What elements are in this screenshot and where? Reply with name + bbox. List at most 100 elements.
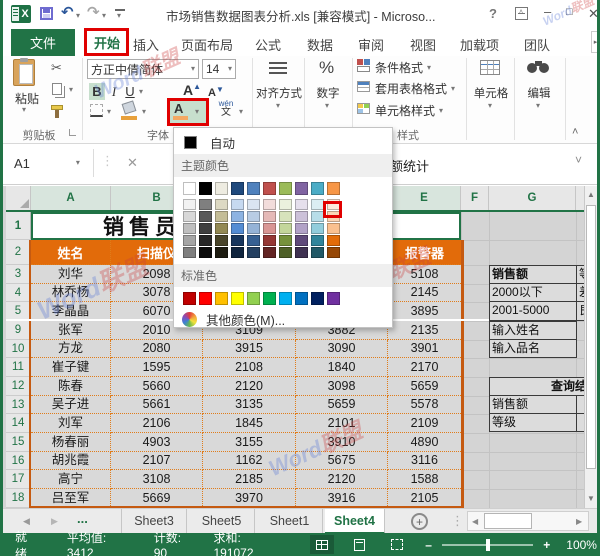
scroll-up-icon[interactable]: ▲: [585, 186, 597, 203]
color-swatch[interactable]: [263, 199, 276, 210]
color-swatch[interactable]: [295, 247, 308, 258]
tab-data[interactable]: 数据: [307, 35, 333, 54]
clipboard-dialog-launcher-icon[interactable]: [69, 129, 76, 136]
row-header-15[interactable]: 15: [6, 433, 31, 452]
color-swatch[interactable]: [311, 211, 324, 222]
formula-bar-divider[interactable]: ⋮: [101, 153, 114, 169]
color-swatch[interactable]: [199, 199, 212, 210]
tab-review[interactable]: 审阅: [358, 35, 384, 54]
cell[interactable]: 2107: [111, 452, 203, 470]
cell[interactable]: 张军: [31, 321, 111, 340]
color-swatch[interactable]: [247, 223, 260, 234]
phonetic-dropdown-icon[interactable]: ▾: [239, 108, 243, 116]
cell[interactable]: 陈春: [31, 377, 111, 396]
sheet-tab-sheet4[interactable]: Sheet4: [325, 509, 385, 534]
cell[interactable]: 4903: [111, 433, 203, 452]
zoom-slider-thumb[interactable]: [486, 539, 490, 551]
next-sheet-icon[interactable]: ▶: [51, 516, 58, 527]
color-swatch[interactable]: [231, 211, 244, 222]
color-swatch[interactable]: [263, 223, 276, 234]
tab-page-layout[interactable]: 页面布局: [181, 35, 233, 54]
row-header-14[interactable]: 14: [6, 414, 31, 433]
more-colors-item[interactable]: 其他颜色(M)...: [174, 308, 392, 330]
cell[interactable]: 5661: [111, 396, 203, 414]
cell[interactable]: 5578: [388, 396, 461, 414]
cell[interactable]: 5659: [388, 377, 461, 396]
zoom-in-icon[interactable]: +: [543, 538, 550, 552]
paste-button[interactable]: 粘贴: [7, 90, 47, 107]
number-dropdown-icon[interactable]: ▾: [325, 102, 329, 110]
page-layout-view-icon[interactable]: [348, 535, 372, 554]
color-swatch[interactable]: [215, 223, 228, 234]
alignment-dropdown-icon[interactable]: ▾: [276, 102, 280, 110]
color-swatch[interactable]: [183, 292, 196, 305]
color-swatch[interactable]: [199, 211, 212, 222]
row-header-10[interactable]: 10: [6, 340, 31, 358]
color-swatch[interactable]: [295, 182, 308, 195]
cell[interactable]: 林乔杨: [31, 284, 111, 302]
new-sheet-icon[interactable]: +: [411, 513, 428, 530]
shrink-font-button[interactable]: A▼: [208, 85, 224, 99]
cell[interactable]: 胡兆霞: [31, 452, 111, 470]
horizontal-scrollbar[interactable]: ◀ ▶: [467, 511, 589, 531]
color-swatch[interactable]: [231, 199, 244, 210]
color-swatch[interactable]: [199, 292, 212, 305]
color-swatch[interactable]: [231, 223, 244, 234]
cell[interactable]: 等级: [489, 413, 577, 432]
color-swatch[interactable]: [247, 247, 260, 258]
tab-view[interactable]: 视图: [410, 35, 436, 54]
tab-file[interactable]: 文件: [11, 29, 75, 56]
bold-button[interactable]: B: [89, 83, 105, 100]
cell[interactable]: 3108: [111, 470, 203, 489]
cell[interactable]: 2105: [388, 489, 461, 508]
color-swatch[interactable]: [231, 235, 244, 246]
color-swatch[interactable]: [199, 247, 212, 258]
cell[interactable]: 2106: [111, 414, 203, 433]
cell[interactable]: 销售额: [489, 395, 577, 414]
row-header-9[interactable]: 9: [6, 321, 31, 340]
hscroll-left-icon[interactable]: ◀: [472, 517, 478, 526]
color-swatch[interactable]: [183, 235, 196, 246]
color-swatch[interactable]: [327, 292, 340, 305]
fill-color-dropdown-icon[interactable]: ▾: [142, 108, 146, 116]
color-swatch[interactable]: [327, 247, 340, 258]
color-swatch[interactable]: [183, 211, 196, 222]
font-name-combo[interactable]: 方正中倩简体▾: [87, 59, 199, 79]
undo-dropdown-icon[interactable]: ▾: [76, 12, 80, 20]
color-swatch[interactable]: [199, 235, 212, 246]
cell[interactable]: 3910: [296, 433, 388, 452]
color-swatch[interactable]: [295, 292, 308, 305]
cell[interactable]: 5108: [388, 265, 461, 284]
color-swatch[interactable]: [215, 211, 228, 222]
cell[interactable]: 5669: [111, 489, 203, 508]
phonetic-guide-button[interactable]: wén 文: [215, 100, 237, 118]
redo-dropdown-icon[interactable]: ▾: [102, 12, 106, 20]
tab-home[interactable]: 开始: [88, 29, 126, 55]
redo-icon[interactable]: ↷: [87, 3, 100, 21]
zoom-out-icon[interactable]: –: [425, 538, 432, 552]
color-swatch[interactable]: [183, 199, 196, 210]
cells-dropdown-icon[interactable]: ▾: [488, 102, 492, 110]
alignment-group-button[interactable]: 对齐方式: [255, 85, 303, 101]
color-swatch[interactable]: [295, 199, 308, 210]
color-swatch[interactable]: [247, 292, 260, 305]
editing-dropdown-icon[interactable]: ▾: [536, 102, 540, 110]
tab-overflow-icon[interactable]: ▸: [591, 31, 600, 53]
cell[interactable]: 5660: [111, 377, 203, 396]
cell[interactable]: 1588: [388, 470, 461, 489]
color-swatch[interactable]: [279, 235, 292, 246]
color-swatch[interactable]: [327, 235, 340, 246]
row-header-4[interactable]: 4: [6, 284, 31, 302]
color-swatch[interactable]: [279, 247, 292, 258]
close-button[interactable]: ✕: [588, 6, 599, 22]
cell[interactable]: 3915: [203, 340, 296, 358]
row-header-2[interactable]: 2: [6, 240, 31, 265]
color-swatch[interactable]: [279, 199, 292, 210]
color-swatch[interactable]: [295, 235, 308, 246]
row-header-3[interactable]: 3: [6, 265, 31, 284]
scroll-down-icon[interactable]: ▼: [585, 490, 597, 507]
copy-icon[interactable]: [52, 83, 62, 95]
cell[interactable]: 3090: [296, 340, 388, 358]
color-swatch[interactable]: [247, 235, 260, 246]
format-as-table-button[interactable]: 套用表格格式▾: [375, 80, 455, 97]
